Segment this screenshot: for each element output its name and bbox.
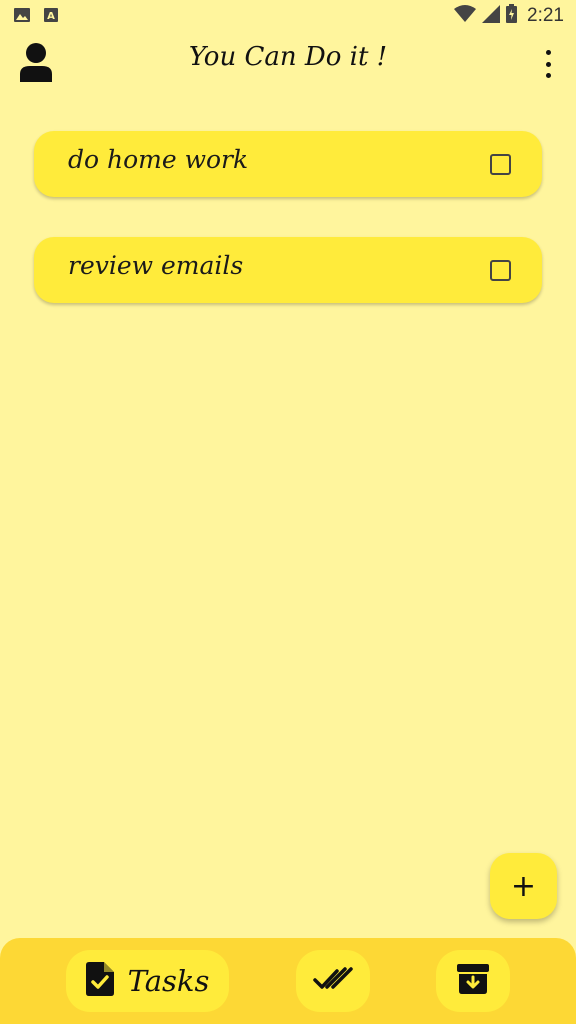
app-bar: You Can Do it ! — [0, 32, 576, 96]
task-item[interactable]: review emails — [34, 237, 542, 303]
battery-icon — [506, 4, 518, 27]
more-vert-icon-dot — [545, 50, 551, 55]
task-label: do home work — [68, 145, 249, 174]
bottom-nav: Tasks — [0, 938, 576, 1024]
archive-icon — [457, 964, 489, 998]
add-task-button[interactable]: + — [490, 853, 557, 919]
task-file-icon — [85, 962, 114, 1000]
wifi-icon — [454, 4, 477, 27]
task-item[interactable]: do home work — [34, 131, 542, 197]
plus-icon: + — [510, 868, 537, 904]
image-icon — [14, 7, 30, 26]
task-label: review emails — [68, 251, 244, 280]
nav-tasks-label: Tasks — [127, 964, 210, 998]
task-checkbox[interactable] — [490, 260, 511, 281]
keyboard-a-icon: A — [44, 7, 58, 26]
more-vert-icon-dot — [545, 61, 551, 67]
page-title: You Can Do it ! — [188, 42, 388, 72]
signal-icon — [482, 4, 501, 27]
status-time: 2:21 — [527, 4, 564, 26]
status-bar: A 2:21 — [0, 0, 576, 32]
double-check-icon — [313, 966, 353, 996]
nav-tasks-button[interactable]: Tasks — [66, 950, 229, 1012]
more-options-button[interactable] — [538, 50, 558, 78]
task-checkbox[interactable] — [490, 154, 511, 175]
more-vert-icon-dot — [545, 73, 551, 78]
nav-archive-button[interactable] — [436, 950, 510, 1012]
nav-completed-button[interactable] — [296, 950, 370, 1012]
svg-text:A: A — [47, 11, 55, 22]
